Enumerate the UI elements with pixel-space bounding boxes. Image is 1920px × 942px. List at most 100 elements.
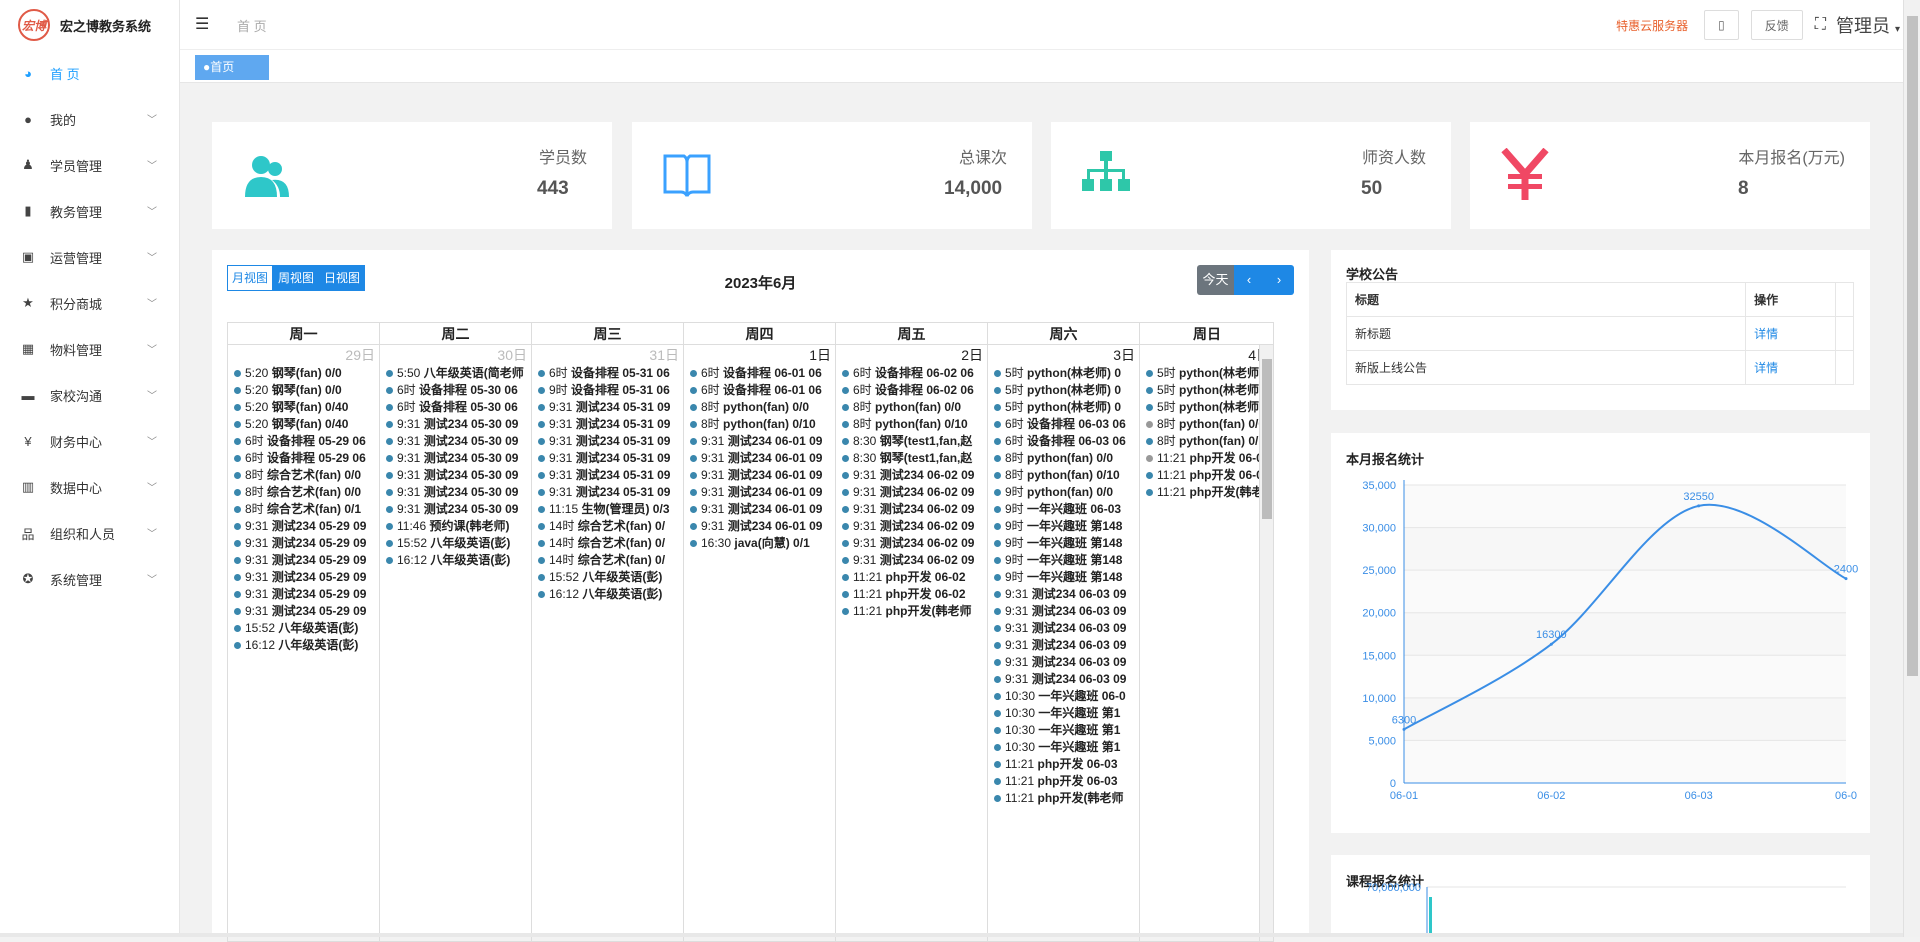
calendar-event[interactable]: 9:31 测试234 06-03 09 <box>988 637 1139 654</box>
day-number[interactable]: 4日 <box>1140 345 1274 365</box>
calendar-event[interactable]: 6时 设备排程 05-30 06 <box>380 382 531 399</box>
menu-toggle-icon[interactable]: ☰ <box>195 14 209 34</box>
sidebar-item[interactable]: 品组织和人员﹀ <box>0 510 179 556</box>
mobile-button[interactable]: ▯ <box>1704 10 1739 40</box>
calendar-event[interactable]: 8:30 钢琴(test1,fan,赵 <box>836 450 987 467</box>
sidebar-item[interactable]: ♟学员管理﹀ <box>0 142 179 188</box>
calendar-event[interactable]: 9:31 测试234 05-31 09 <box>532 433 683 450</box>
sidebar-item[interactable]: ●我的﹀ <box>0 96 179 142</box>
calendar-event[interactable]: 9:31 测试234 05-31 09 <box>532 399 683 416</box>
calendar-event[interactable]: 6时 设备排程 05-29 06 <box>228 450 379 467</box>
calendar-event[interactable]: 9:31 测试234 05-29 09 <box>228 586 379 603</box>
calendar-event[interactable]: 8时 python(fan) 0/0 <box>1140 416 1274 433</box>
sidebar-item[interactable]: ▦物料管理﹀ <box>0 326 179 372</box>
calendar-event[interactable]: 9:31 测试234 05-31 09 <box>532 416 683 433</box>
calendar-day-cell[interactable]: 4日5时 python(林老师5时 python(林老师5时 python(林老… <box>1140 345 1274 941</box>
calendar-event[interactable]: 5时 python(林老师 <box>1140 399 1274 416</box>
calendar-event[interactable]: 9:31 测试234 05-29 09 <box>228 552 379 569</box>
calendar-event[interactable]: 9:31 测试234 05-31 09 <box>532 450 683 467</box>
calendar-event[interactable]: 10:30 一年兴趣班 第1 <box>988 705 1139 722</box>
calendar-event[interactable]: 5时 python(林老师 <box>1140 382 1274 399</box>
calendar-event[interactable]: 16:12 八年级英语(彭) <box>532 586 683 603</box>
calendar-event[interactable]: 5时 python(林老师) 0 <box>988 399 1139 416</box>
calendar-day-cell[interactable]: 3日5时 python(林老师) 05时 python(林老师) 05时 pyt… <box>988 345 1140 941</box>
day-number[interactable]: 1日 <box>684 345 835 365</box>
calendar-event[interactable]: 9时 一年兴趣班 第148 <box>988 569 1139 586</box>
calendar-event[interactable]: 9:31 测试234 06-02 09 <box>836 518 987 535</box>
calendar-event[interactable]: 11:21 php开发 06-03 <box>988 773 1139 790</box>
calendar-event[interactable]: 11:21 php开发(韩老师 <box>988 790 1139 807</box>
sidebar-item[interactable]: ★积分商城﹀ <box>0 280 179 326</box>
day-number[interactable]: 30日 <box>380 345 531 365</box>
calendar-event[interactable]: 11:21 php开发 06-02 <box>836 569 987 586</box>
calendar-event[interactable]: 8时 综合艺术(fan) 0/0 <box>228 484 379 501</box>
calendar-event[interactable]: 8时 python(fan) 0/0 <box>836 399 987 416</box>
calendar-event[interactable]: 11:21 php开发 06-0 <box>1140 467 1274 484</box>
calendar-event[interactable]: 5:20 钢琴(fan) 0/0 <box>228 365 379 382</box>
calendar-event[interactable]: 8:30 钢琴(test1,fan,赵 <box>836 433 987 450</box>
calendar-event[interactable]: 9:31 测试234 06-03 09 <box>988 671 1139 688</box>
sidebar-item[interactable]: ▣运营管理﹀ <box>0 234 179 280</box>
tab-home[interactable]: ●首页 <box>195 55 269 80</box>
calendar-event[interactable]: 8时 python(fan) 0/10 <box>684 416 835 433</box>
calendar-event[interactable]: 5:50 八年级英语(简老师 <box>380 365 531 382</box>
sidebar-item[interactable]: ▮教务管理﹀ <box>0 188 179 234</box>
day-number[interactable]: 29日 <box>228 345 379 365</box>
calendar-event[interactable]: 8时 python(fan) 0/1 <box>1140 433 1274 450</box>
calendar-event[interactable]: 9:31 测试234 05-30 09 <box>380 416 531 433</box>
calendar-event[interactable]: 9:31 测试234 06-03 09 <box>988 603 1139 620</box>
calendar-event[interactable]: 9:31 测试234 06-01 09 <box>684 433 835 450</box>
calendar-event[interactable]: 15:52 八年级英语(彭) <box>228 620 379 637</box>
calendar-event[interactable]: 8时 python(fan) 0/10 <box>836 416 987 433</box>
calendar-day-cell[interactable]: 31日6时 设备排程 05-31 069时 设备排程 05-31 069:31 … <box>532 345 684 941</box>
calendar-event[interactable]: 9:31 测试234 06-02 09 <box>836 535 987 552</box>
calendar-event[interactable]: 9:31 测试234 06-02 09 <box>836 467 987 484</box>
sidebar-item[interactable]: ◕首 页 <box>0 50 179 96</box>
calendar-event[interactable]: 10:30 一年兴趣班 第1 <box>988 739 1139 756</box>
feedback-button[interactable]: 反馈 <box>1751 10 1803 40</box>
calendar-event[interactable]: 15:52 八年级英语(彭) <box>380 535 531 552</box>
notice-detail-link[interactable]: 详情 <box>1754 361 1778 375</box>
calendar-event[interactable]: 9:31 测试234 06-01 09 <box>684 484 835 501</box>
calendar-event[interactable]: 9:31 测试234 05-29 09 <box>228 535 379 552</box>
day-number[interactable]: 3日 <box>988 345 1139 365</box>
calendar-event[interactable]: 8时 python(fan) 0/0 <box>684 399 835 416</box>
prev-month-button[interactable]: ‹ <box>1234 265 1264 295</box>
sidebar-item[interactable]: ▥数据中心﹀ <box>0 464 179 510</box>
server-promo-link[interactable]: 特惠云服务器 <box>1616 17 1688 34</box>
next-month-button[interactable]: › <box>1264 265 1294 295</box>
calendar-event[interactable]: 9:31 测试234 05-30 09 <box>380 501 531 518</box>
calendar-event[interactable]: 10:30 一年兴趣班 第1 <box>988 722 1139 739</box>
calendar-event[interactable]: 5时 python(林老师) 0 <box>988 382 1139 399</box>
calendar-event[interactable]: 5:20 钢琴(fan) 0/40 <box>228 399 379 416</box>
calendar-event[interactable]: 14时 综合艺术(fan) 0/ <box>532 552 683 569</box>
calendar-event[interactable]: 9时 一年兴趣班 第148 <box>988 518 1139 535</box>
calendar-event[interactable]: 11:21 php开发(韩老 <box>1140 484 1274 501</box>
calendar-event[interactable]: 14时 综合艺术(fan) 0/ <box>532 535 683 552</box>
calendar-event[interactable]: 8时 python(fan) 0/10 <box>988 467 1139 484</box>
calendar-event[interactable]: 6时 设备排程 06-02 06 <box>836 382 987 399</box>
calendar-event[interactable]: 6时 设备排程 05-29 06 <box>228 433 379 450</box>
calendar-event[interactable]: 5时 python(林老师) 0 <box>988 365 1139 382</box>
calendar-event[interactable]: 9时 python(fan) 0/0 <box>988 484 1139 501</box>
calendar-event[interactable]: 9:31 测试234 06-03 09 <box>988 586 1139 603</box>
sidebar-item[interactable]: ¥财务中心﹀ <box>0 418 179 464</box>
calendar-event[interactable]: 9:31 测试234 05-29 09 <box>228 603 379 620</box>
calendar-event[interactable]: 8时 综合艺术(fan) 0/1 <box>228 501 379 518</box>
calendar-event[interactable]: 8时 综合艺术(fan) 0/0 <box>228 467 379 484</box>
calendar-event[interactable]: 15:52 八年级英语(彭) <box>532 569 683 586</box>
calendar-event[interactable]: 9:31 测试234 05-30 09 <box>380 484 531 501</box>
calendar-event[interactable]: 11:46 预约课(韩老师) <box>380 518 531 535</box>
day-number[interactable]: 31日 <box>532 345 683 365</box>
calendar-event[interactable]: 6时 设备排程 06-01 06 <box>684 382 835 399</box>
fullscreen-icon[interactable]: ⛶ <box>1815 16 1826 34</box>
calendar-event[interactable]: 11:21 php开发 06-02 <box>836 586 987 603</box>
calendar-event[interactable]: 16:12 八年级英语(彭) <box>228 637 379 654</box>
calendar-day-cell[interactable]: 30日5:50 八年级英语(简老师6时 设备排程 05-30 066时 设备排程… <box>380 345 532 941</box>
calendar-event[interactable]: 9:31 测试234 06-01 09 <box>684 450 835 467</box>
calendar-event[interactable]: 6时 设备排程 06-03 06 <box>988 416 1139 433</box>
calendar-day-cell[interactable]: 2日6时 设备排程 06-02 066时 设备排程 06-02 068时 pyt… <box>836 345 988 941</box>
calendar-event[interactable]: 11:15 生物(管理员) 0/3 <box>532 501 683 518</box>
calendar-event[interactable]: 14时 综合艺术(fan) 0/ <box>532 518 683 535</box>
calendar-scrollbar[interactable] <box>1259 345 1273 941</box>
